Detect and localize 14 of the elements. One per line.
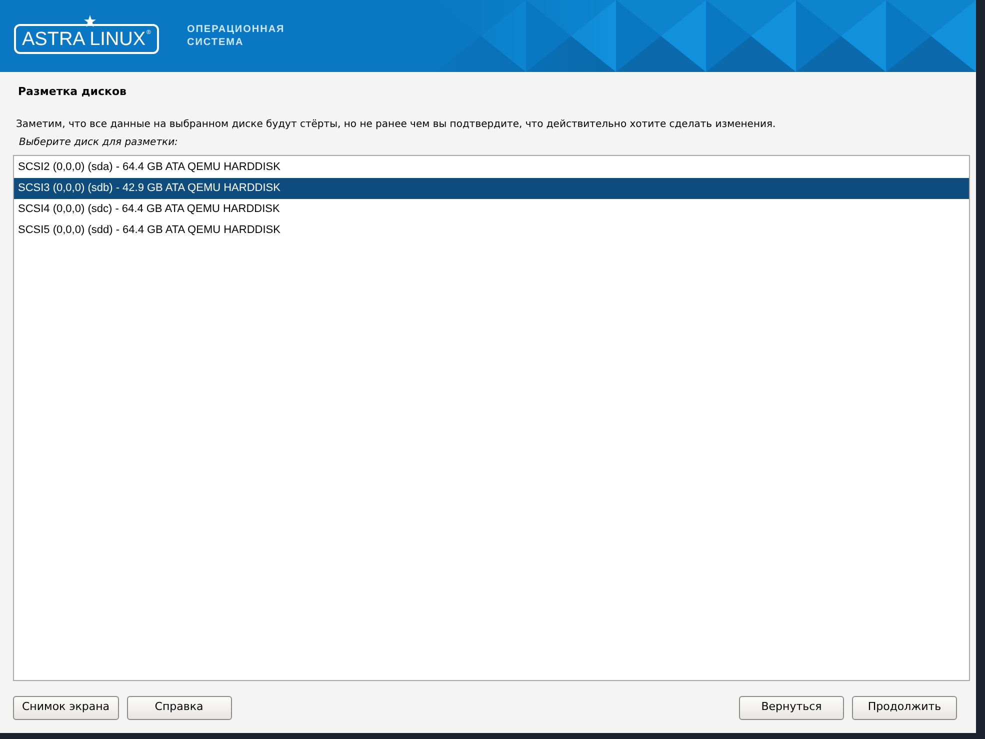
tagline-text: ОПЕРАЦИОННАЯ <box>186 23 285 36</box>
dialog-button[interactable]: Справка <box>126 696 232 720</box>
disk-item[interactable]: SCSI4 (0,0,0) (sdc) - 64.4 GB ATA QEMU HARDDISK <box>14 198 969 220</box>
warning-text: Заметим, что все данные на выбранном диске будут стёрты, но не ранее чем вы подтвердите, что действительно хотите сделать изменения. <box>16 118 777 132</box>
tagline-text: СИСТЕМА <box>186 36 245 49</box>
disk-item[interactable]: SCSI2 (0,0,0) (sda) - 64.4 GB ATA QEMU HARDDISK <box>14 156 969 178</box>
dialog-button[interactable]: Вернуться <box>739 696 844 720</box>
page-title: Разметка дисков <box>18 84 128 100</box>
logo-text: ASTRA LINUX <box>22 30 146 48</box>
disk-item[interactable]: SCSI3 (0,0,0) (sdb) - 42.9 GB ATA QEMU HARDDISK <box>14 178 969 198</box>
disk-item[interactable]: SCSI5 (0,0,0) (sdd) - 64.4 GB ATA QEMU HARDDISK <box>14 220 969 240</box>
dialog-button[interactable]: Продолжить <box>852 696 957 720</box>
prompt-text: Выберите диск для разметки: <box>19 136 179 150</box>
dialog-button[interactable]: Снимок экрана <box>13 696 119 720</box>
